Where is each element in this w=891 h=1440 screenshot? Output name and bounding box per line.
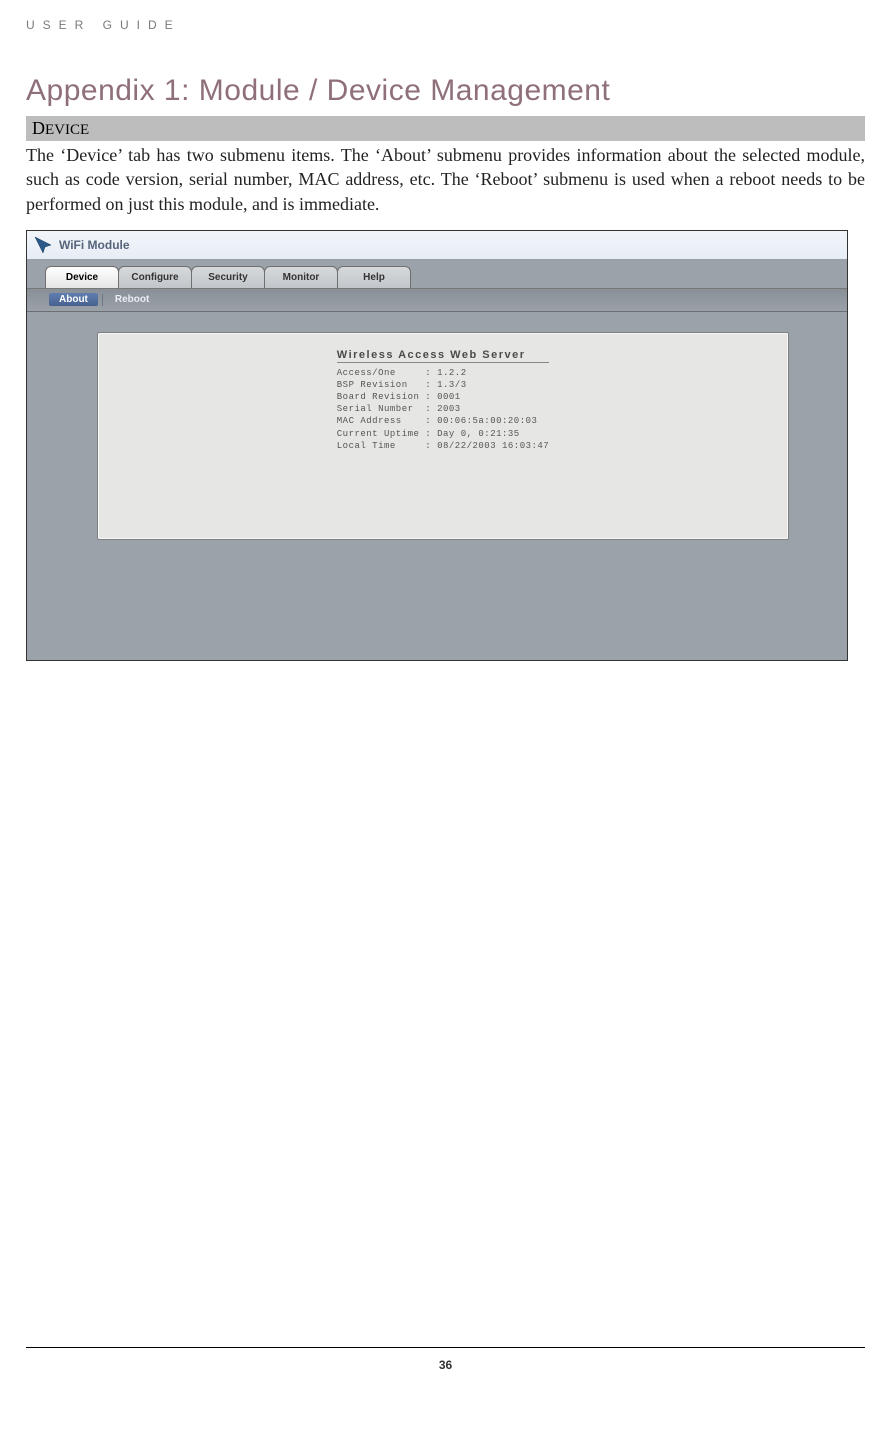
about-row: Access/One : 1.2.2 [337,367,549,379]
about-row: BSP Revision : 1.3/3 [337,379,549,391]
subtab-reboot[interactable]: Reboot [107,294,157,305]
about-row: MAC Address : 00:06:5a:00:20:03 [337,415,549,427]
app-logo-icon [33,235,53,255]
page-number: 36 [0,1358,891,1372]
about-heading: Wireless Access Web Server [337,349,549,363]
about-info: Wireless Access Web Server Access/One : … [337,349,549,452]
window-titlebar: WiFi Module [27,231,847,260]
main-tab-bar: Device Configure Security Monitor Help [27,260,847,289]
footer-rule [26,1347,865,1348]
sub-tab-bar: About Reboot [27,289,847,312]
tab-configure[interactable]: Configure [118,266,192,288]
section-heading-device: DEVICE [26,116,865,141]
tab-device[interactable]: Device [45,266,119,288]
tab-help[interactable]: Help [337,266,411,288]
section-heading-rest: EVICE [45,122,89,138]
running-head: USER GUIDE [26,18,865,32]
about-panel: Wireless Access Web Server Access/One : … [97,332,789,540]
screenshot-wifi-module: WiFi Module Device Configure Security Mo… [26,230,848,661]
about-row: Serial Number : 2003 [337,403,549,415]
subtab-about[interactable]: About [49,293,98,306]
about-row: Local Time : 08/22/2003 16:03:47 [337,440,549,452]
about-row: Current Uptime : Day 0, 0:21:35 [337,428,549,440]
content-area: Wireless Access Web Server Access/One : … [27,312,847,660]
tab-security[interactable]: Security [191,266,265,288]
window-title: WiFi Module [59,238,130,252]
subtab-separator [102,294,103,306]
section-heading-initial: D [32,118,45,138]
page-title: Appendix 1: Module / Device Management [26,74,865,108]
about-row: Board Revision : 0001 [337,391,549,403]
body-paragraph: The ‘Device’ tab has two submenu items. … [26,143,865,216]
tab-monitor[interactable]: Monitor [264,266,338,288]
page: USER GUIDE Appendix 1: Module / Device M… [0,0,891,1390]
